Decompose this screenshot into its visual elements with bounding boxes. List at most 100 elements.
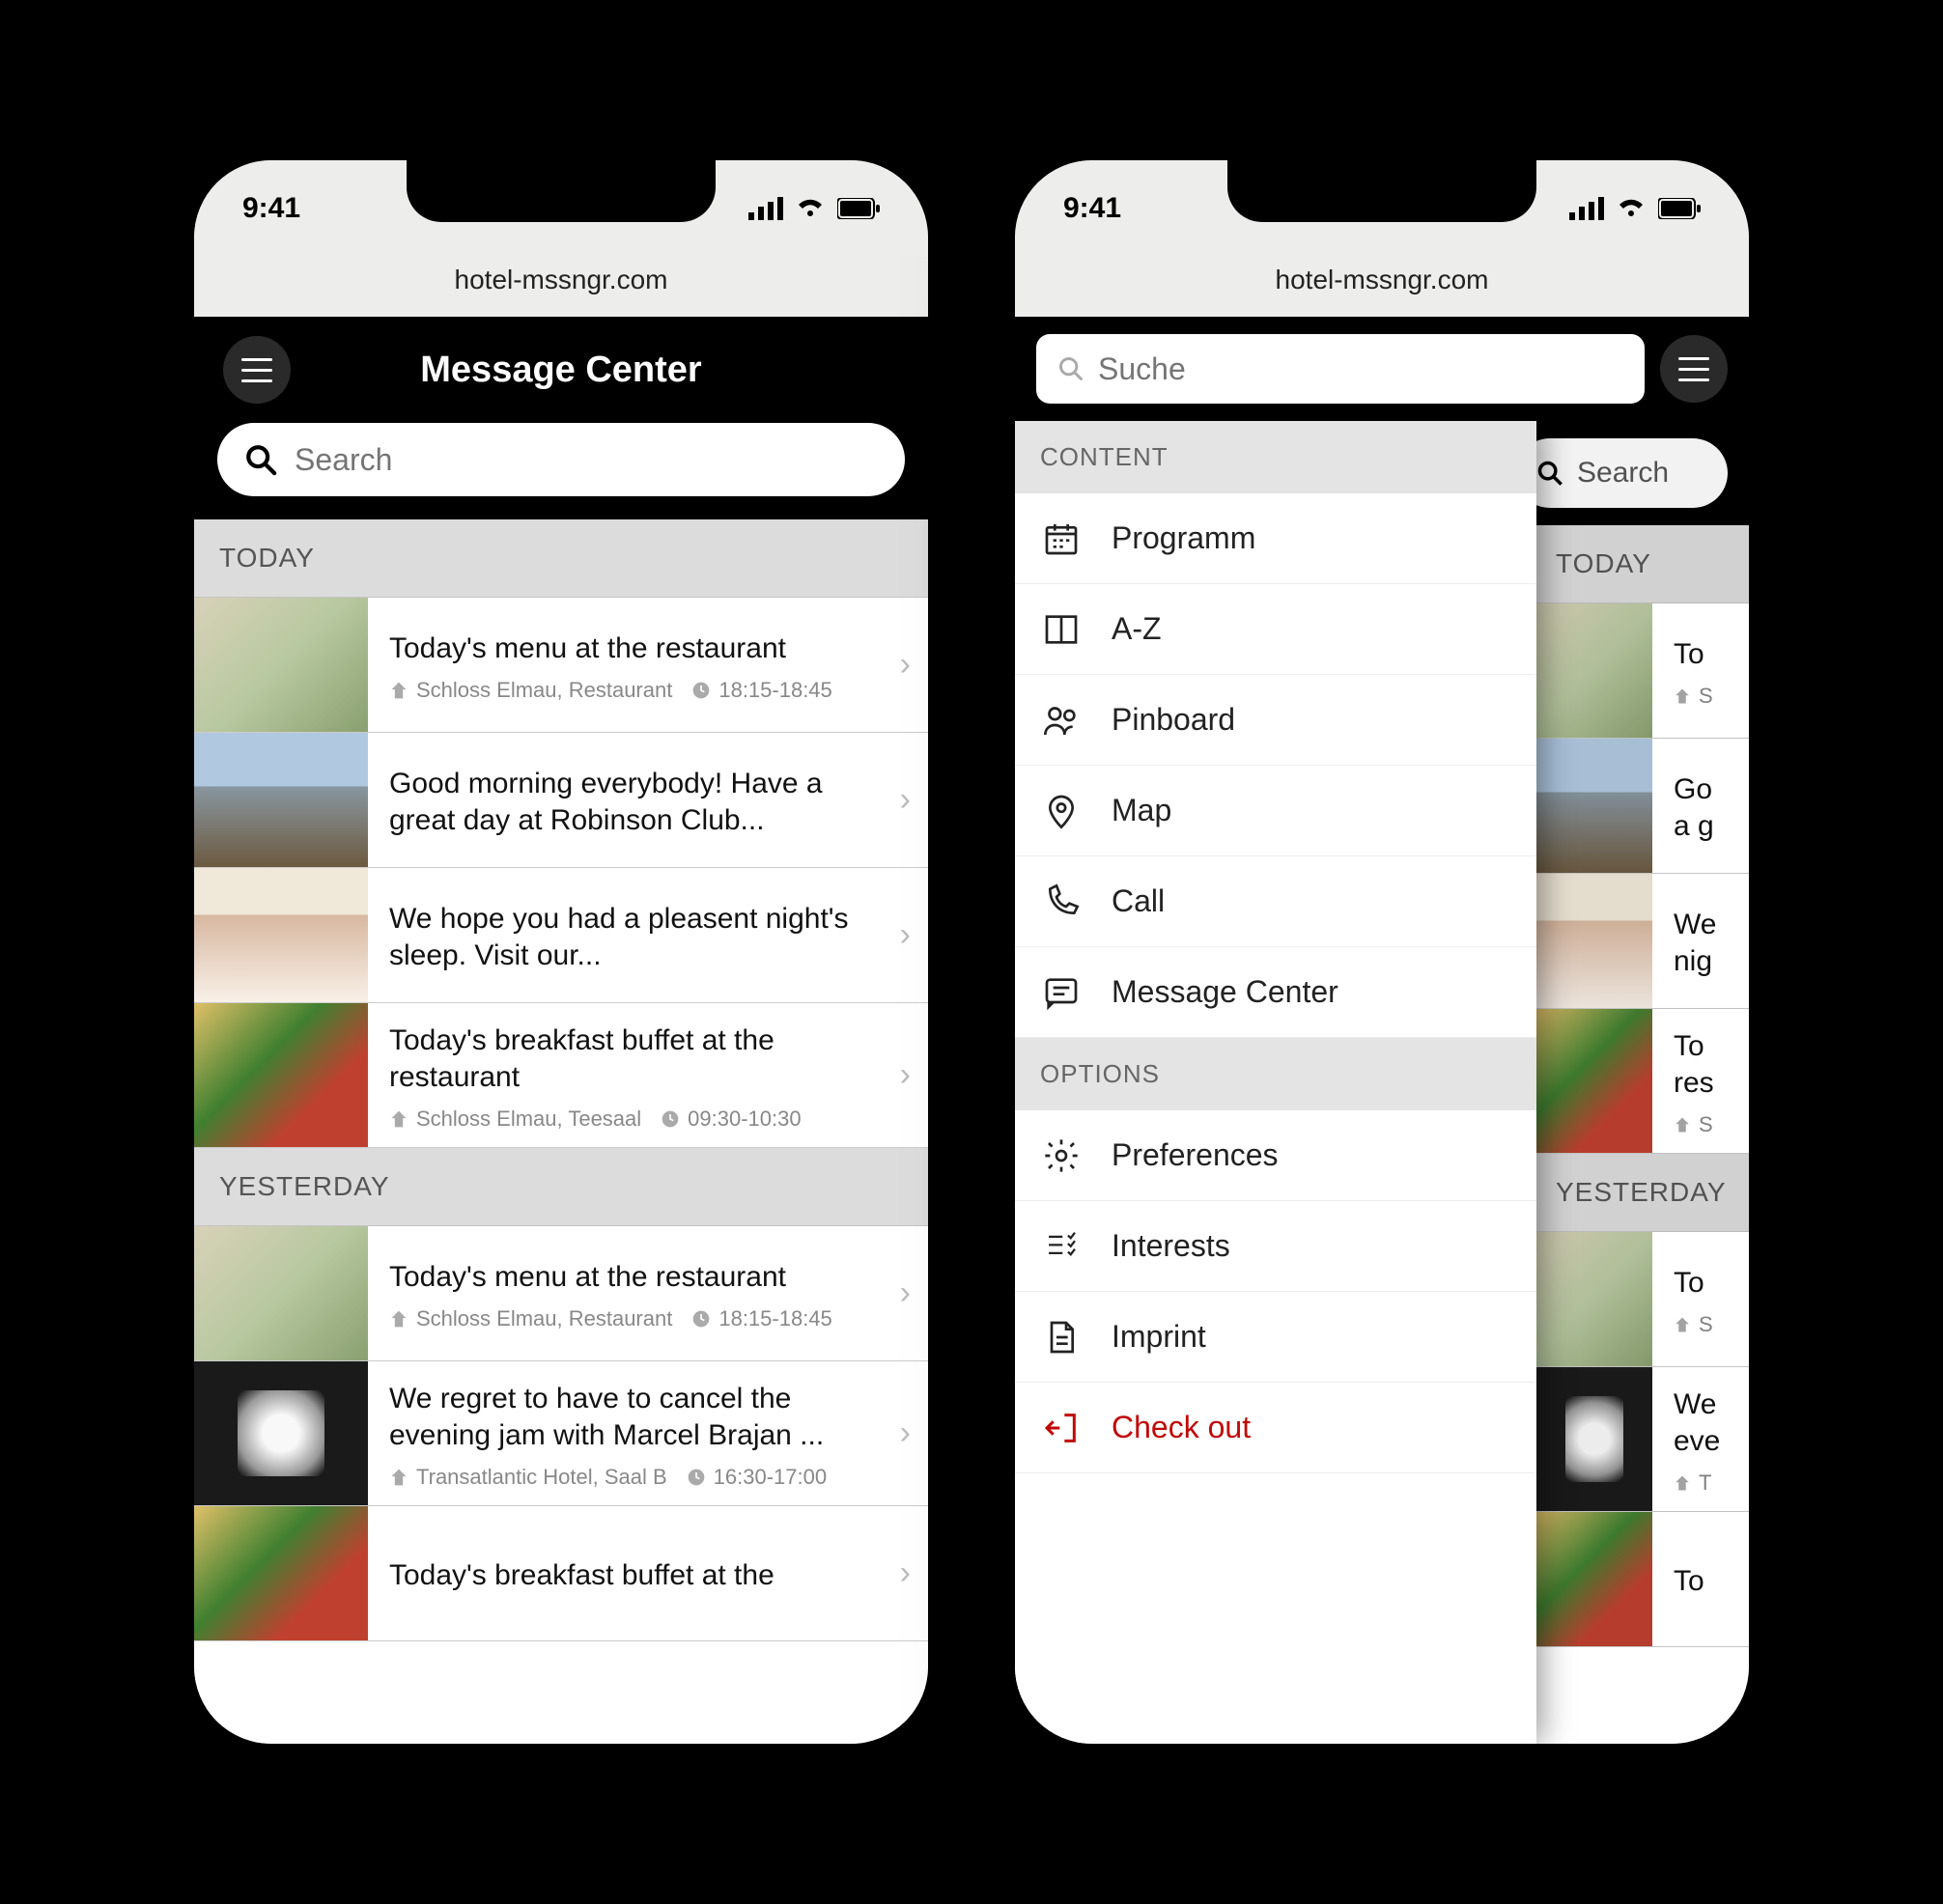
message-row[interactable]: We regret to have to cancel the evening … [194, 1361, 928, 1506]
message-location: Schloss Elmau, Restaurant [416, 1306, 672, 1331]
message-list[interactable]: TODAY Today's menu at the restaurant Sch… [194, 519, 928, 1744]
drawer-item-label: A-Z [1112, 611, 1162, 647]
drawer-item-map[interactable]: Map [1015, 766, 1536, 856]
location-icon [389, 681, 408, 700]
drawer-item-az[interactable]: A-Z [1015, 584, 1536, 675]
drawer-search-input[interactable] [1098, 351, 1623, 387]
map-pin-icon [1040, 792, 1083, 830]
book-icon [1040, 610, 1083, 649]
page-title: Message Center [223, 350, 899, 391]
logout-icon [1040, 1409, 1083, 1447]
message-location: Transatlantic Hotel, Saal B [416, 1465, 667, 1490]
message-thumbnail [194, 1003, 368, 1147]
message-time: 09:30-10:30 [688, 1106, 801, 1132]
message-location: Schloss Elmau, Restaurant [416, 678, 672, 703]
navigation-drawer: CONTENT Programm A-Z Pinboard Map Call [1015, 421, 1536, 1744]
drawer-item-imprint[interactable]: Imprint [1015, 1292, 1536, 1383]
message-row[interactable]: Good morning everybody! Have a great day… [194, 733, 928, 868]
checklist-icon [1040, 1227, 1083, 1266]
gear-icon [1040, 1136, 1083, 1175]
drawer-section-content: CONTENT [1015, 421, 1536, 493]
search-icon [244, 443, 277, 476]
drawer-search[interactable] [1036, 334, 1645, 404]
phone-message-center: 9:41 hotel-mssngr.com Message Center TOD… [194, 160, 928, 1744]
message-row[interactable]: Today's menu at the restaurant Schloss E… [194, 1226, 928, 1361]
people-icon [1040, 701, 1083, 740]
message-row[interactable]: We hope you had a pleasent night's sleep… [194, 868, 928, 1003]
chevron-right-icon: › [900, 598, 928, 732]
calendar-icon [1040, 519, 1083, 558]
battery-icon [837, 198, 880, 219]
location-icon [389, 1468, 408, 1487]
search-input[interactable] [295, 442, 878, 478]
drawer-content-area: Search TODAY ToS Go a g We nig To resS Y… [1015, 421, 1749, 1744]
message-title: We hope you had a pleasent night's sleep… [389, 901, 881, 973]
drawer-item-label: Programm [1112, 520, 1255, 556]
message-icon [1040, 973, 1083, 1012]
drawer-item-message-center[interactable]: Message Center [1015, 947, 1536, 1038]
wifi-icon [795, 197, 826, 220]
drawer-top-bar [1015, 317, 1749, 421]
clock-icon [687, 1468, 706, 1487]
device-notch [407, 160, 716, 222]
search-bar[interactable]: Search [1515, 438, 1728, 508]
chevron-right-icon: › [900, 733, 928, 867]
phone-icon [1040, 882, 1083, 921]
signal-icon [1569, 197, 1604, 220]
message-title: Good morning everybody! Have a great day… [389, 766, 881, 838]
battery-icon [1658, 198, 1701, 219]
message-thumbnail [194, 868, 368, 1002]
drawer-item-label: Imprint [1112, 1319, 1206, 1355]
location-icon [389, 1309, 408, 1329]
message-thumbnail [194, 1226, 368, 1360]
message-thumbnail [194, 1361, 368, 1505]
chevron-right-icon: › [900, 1003, 928, 1147]
drawer-item-preferences[interactable]: Preferences [1015, 1110, 1536, 1201]
search-bar-wrap [194, 423, 928, 519]
drawer-item-label: Message Center [1112, 974, 1338, 1010]
message-location: Schloss Elmau, Teesaal [416, 1106, 641, 1132]
drawer-item-call[interactable]: Call [1015, 856, 1536, 947]
drawer-item-programm[interactable]: Programm [1015, 493, 1536, 584]
browser-url: hotel-mssngr.com [194, 257, 928, 317]
drawer-item-label: Preferences [1112, 1137, 1279, 1173]
message-thumbnail [194, 598, 368, 732]
message-thumbnail [194, 1506, 368, 1640]
status-time: 9:41 [242, 192, 300, 225]
clock-icon [661, 1109, 680, 1129]
status-icons [748, 197, 880, 220]
status-time: 9:41 [1063, 192, 1121, 225]
chevron-right-icon: › [900, 1226, 928, 1360]
message-row[interactable]: Today's breakfast buffet at the restaura… [194, 1003, 928, 1148]
location-icon [389, 1109, 408, 1129]
document-icon [1040, 1318, 1083, 1357]
chevron-right-icon: › [900, 868, 928, 1002]
search-bar[interactable] [217, 423, 905, 496]
message-title: Today's breakfast buffet at the [389, 1557, 881, 1594]
wifi-icon [1616, 197, 1647, 220]
drawer-item-checkout[interactable]: Check out [1015, 1383, 1536, 1473]
clock-icon [691, 1309, 711, 1329]
phone-drawer-open: 9:41 hotel-mssngr.com Search TODAY To [1015, 160, 1749, 1744]
chevron-right-icon: › [900, 1506, 928, 1640]
section-header-yesterday: YESTERDAY [194, 1148, 928, 1226]
drawer-item-pinboard[interactable]: Pinboard [1015, 675, 1536, 766]
message-thumbnail [194, 733, 368, 867]
message-time: 18:15-18:45 [718, 678, 831, 703]
message-title: We regret to have to cancel the evening … [389, 1381, 881, 1453]
drawer-item-interests[interactable]: Interests [1015, 1201, 1536, 1292]
message-time: 18:15-18:45 [718, 1306, 831, 1331]
section-header-today: TODAY [194, 519, 928, 598]
message-row[interactable]: Today's menu at the restaurant Schloss E… [194, 598, 928, 733]
message-time: 16:30-17:00 [714, 1465, 827, 1490]
drawer-item-label: Check out [1112, 1410, 1251, 1445]
drawer-item-label: Map [1112, 793, 1171, 828]
drawer-section-options: OPTIONS [1015, 1038, 1536, 1110]
message-title: Today's menu at the restaurant [389, 630, 881, 667]
message-title: Today's breakfast buffet at the restaura… [389, 1022, 881, 1095]
message-row[interactable]: Today's breakfast buffet at the › [194, 1506, 928, 1641]
menu-button[interactable] [1660, 335, 1728, 403]
search-icon [1057, 355, 1084, 382]
drawer-item-label: Call [1112, 883, 1165, 919]
chevron-right-icon: › [900, 1361, 928, 1505]
